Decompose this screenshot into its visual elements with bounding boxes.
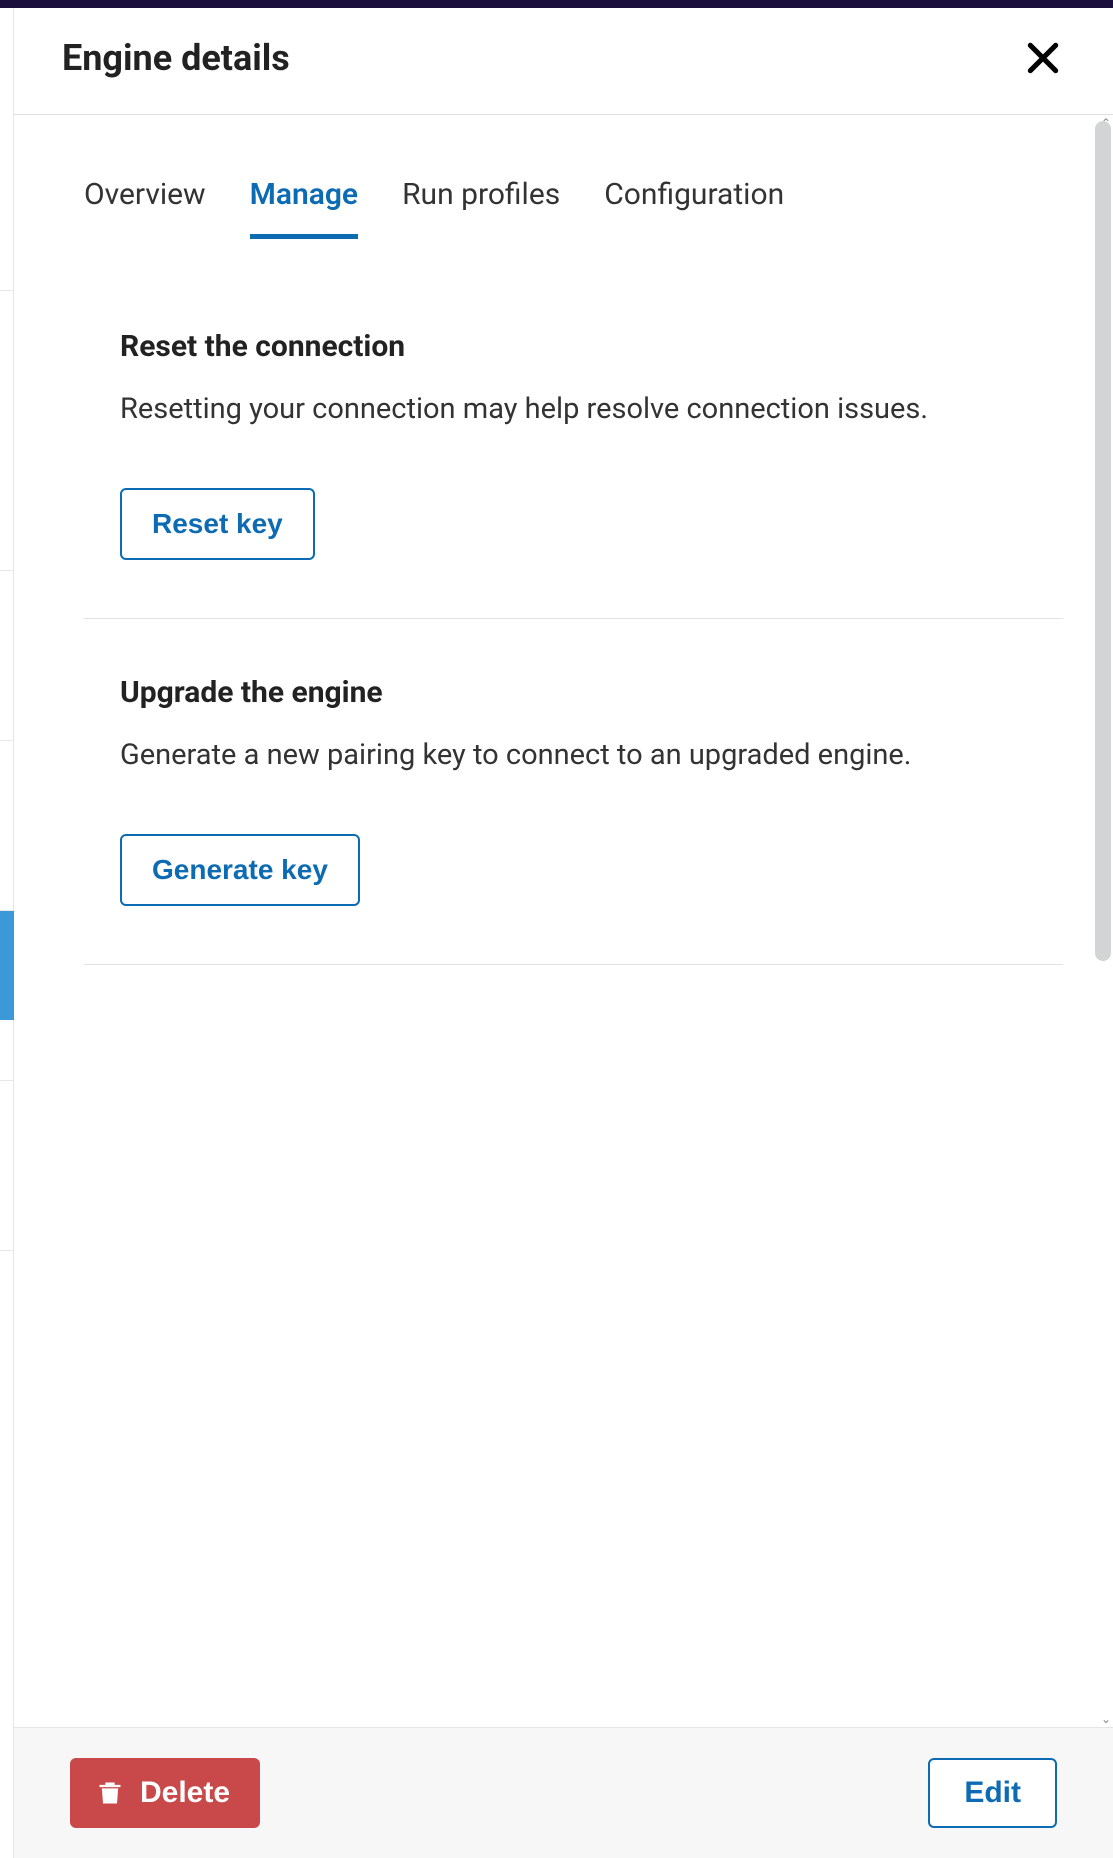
engine-details-panel: Engine details ⌃ ⌄ Overview Manage Run p… xyxy=(14,8,1113,1858)
panel-body: ⌃ ⌄ Overview Manage Run profiles Configu… xyxy=(14,115,1113,1727)
background-divider xyxy=(0,740,14,741)
tab-manage[interactable]: Manage xyxy=(250,177,358,239)
scroll-area: Overview Manage Run profiles Configurati… xyxy=(14,115,1113,1727)
section-description: Resetting your connection may help resol… xyxy=(120,388,1027,430)
section-description: Generate a new pairing key to connect to… xyxy=(120,734,1027,776)
tab-bar: Overview Manage Run profiles Configurati… xyxy=(84,115,1063,239)
background-divider xyxy=(0,910,14,911)
background-divider xyxy=(0,570,14,571)
section-title: Upgrade the engine xyxy=(120,675,1027,710)
delete-button-label: Delete xyxy=(140,1776,230,1810)
tab-configuration[interactable]: Configuration xyxy=(604,177,784,239)
section-upgrade-engine: Upgrade the engine Generate a new pairin… xyxy=(84,675,1063,965)
header-strip xyxy=(0,0,1113,8)
trash-icon xyxy=(96,1778,124,1808)
panel-title: Engine details xyxy=(62,37,290,79)
tab-overview[interactable]: Overview xyxy=(84,177,206,239)
generate-key-button[interactable]: Generate key xyxy=(120,834,360,906)
reset-key-button[interactable]: Reset key xyxy=(120,488,315,560)
background-divider xyxy=(0,1250,14,1251)
background-row-highlight xyxy=(0,910,14,1020)
close-icon xyxy=(1024,39,1062,77)
panel-header: Engine details xyxy=(14,8,1113,115)
section-title: Reset the connection xyxy=(120,329,1027,364)
close-button[interactable] xyxy=(1021,36,1065,80)
background-divider xyxy=(0,1080,14,1081)
delete-button[interactable]: Delete xyxy=(70,1758,260,1828)
edit-button[interactable]: Edit xyxy=(928,1758,1057,1828)
tab-run-profiles[interactable]: Run profiles xyxy=(402,177,560,239)
panel-footer: Delete Edit xyxy=(14,1727,1113,1858)
background-divider xyxy=(0,290,14,291)
section-reset-connection: Reset the connection Resetting your conn… xyxy=(84,329,1063,619)
